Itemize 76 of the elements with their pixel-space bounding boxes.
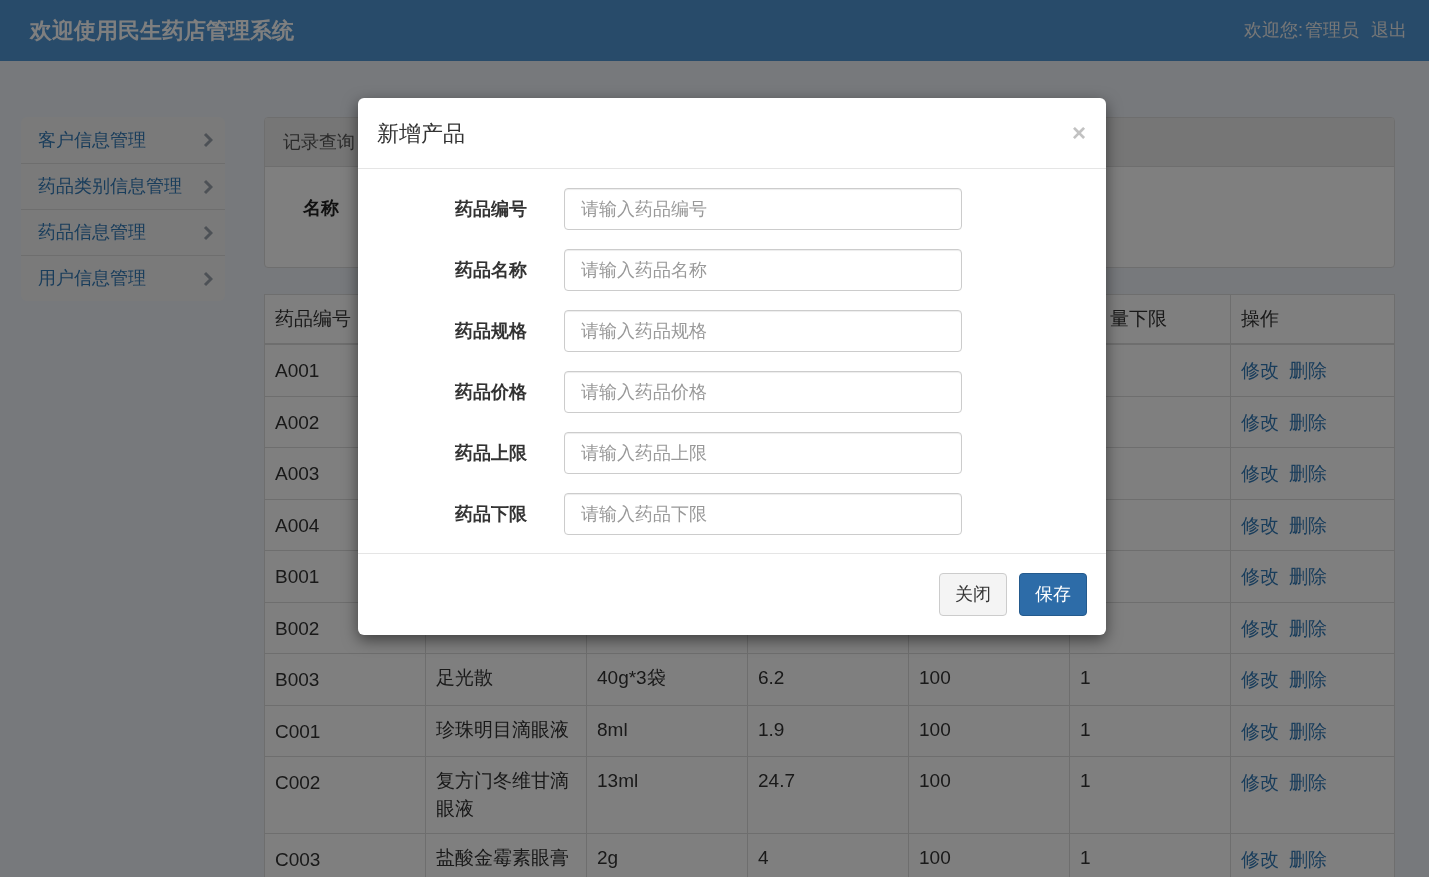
edit-link[interactable]: 修改 [1241,769,1279,798]
table-cell: 100 [919,847,951,868]
user-link[interactable]: 管理员 [1305,17,1359,44]
table-cell: 1 [1080,770,1091,791]
table-cell: C001 [265,705,426,756]
table-cell: 盐酸金霉素眼膏 [436,847,569,868]
edit-link[interactable]: 修改 [1241,666,1279,695]
input-field[interactable]: 请输入药品编号 [564,188,962,230]
edit-link[interactable]: 修改 [1241,717,1279,746]
table-cell: B003 [265,654,426,705]
input-field[interactable]: 请输入药品上限 [564,432,962,474]
input-field[interactable]: 请输入药品名称 [564,249,962,291]
table-cell: 100 [919,718,951,740]
table-cell: 珍珠明目滴眼液 [436,718,569,740]
table-cell: 24.7 [758,770,795,791]
save-button[interactable]: 保存 [1019,573,1087,616]
delete-link[interactable]: 删除 [1289,846,1327,875]
chevron-right-icon [203,132,213,148]
table-cell: C003 [265,834,426,877]
sidebar-item[interactable]: 用户信息管理 [21,255,225,301]
input-field[interactable]: 请输入药品价格 [564,371,962,413]
panel-title: 记录查询 [283,130,355,154]
modal-title: 新增产品 [377,119,465,148]
table-cell: 1.9 [758,718,785,740]
logout-link[interactable]: 退出 [1371,17,1407,44]
edit-link[interactable]: 修改 [1241,408,1279,437]
field-label: 药品编号 [455,198,527,219]
field-label: 药品上限 [455,442,527,463]
edit-link[interactable]: 修改 [1241,511,1279,540]
edit-link[interactable]: 修改 [1241,357,1279,386]
table-cell: 1 [1080,667,1091,688]
delete-link[interactable]: 删除 [1289,357,1327,386]
table-cell: 1 [1080,847,1091,868]
sidebar-item[interactable]: 药品信息管理 [21,209,225,255]
delete-link[interactable]: 删除 [1289,511,1327,540]
app-title: 欢迎使用民生药店管理系统 [30,17,294,45]
edit-link[interactable]: 修改 [1241,460,1279,489]
table-cell: C002 [265,757,426,833]
table-cell: 40g*3袋 [597,667,666,688]
table-cell: 13ml [597,770,639,791]
sidebar-item[interactable]: 药品类别信息管理 [21,163,225,209]
table-cell: 足光散 [436,667,493,688]
delete-link[interactable]: 删除 [1289,769,1327,798]
delete-link[interactable]: 删除 [1289,563,1327,592]
table-cell: 100 [919,770,951,791]
delete-link[interactable]: 删除 [1289,408,1327,437]
table-cell: 4 [758,847,769,868]
column-header: 量下限 [1110,306,1167,331]
table-cell: 2g [597,847,619,868]
field-label: 药品名称 [455,259,527,280]
close-dialog-button[interactable]: 关闭 [939,573,1007,616]
welcome-text: 欢迎您: [1244,19,1303,42]
field-label: 药品价格 [455,381,527,402]
chevron-right-icon [203,178,213,195]
table-cell: 1 [1080,718,1091,740]
field-label: 药品规格 [455,320,527,341]
close-button[interactable]: × [1072,121,1086,145]
chevron-right-icon [203,270,213,287]
chevron-right-icon [203,224,213,241]
sidebar-item[interactable]: 客户信息管理 [21,117,225,163]
input-field[interactable]: 请输入药品下限 [564,493,962,535]
input-field[interactable]: 请输入药品规格 [564,310,962,352]
column-header: 操作 [1240,306,1280,331]
delete-link[interactable]: 删除 [1289,717,1327,746]
delete-link[interactable]: 删除 [1289,614,1327,643]
delete-link[interactable]: 删除 [1289,666,1327,695]
table-cell: 复方门冬维甘滴眼液 [436,770,569,819]
field-label: 药品下限 [455,503,527,524]
delete-link[interactable]: 删除 [1289,460,1327,489]
edit-link[interactable]: 修改 [1241,614,1279,643]
field-label: 名称 [303,198,339,218]
edit-link[interactable]: 修改 [1241,846,1279,875]
table-cell: 8ml [597,718,628,740]
table-cell: 100 [919,667,951,688]
table-cell: 6.2 [758,667,785,688]
edit-link[interactable]: 修改 [1241,563,1279,592]
